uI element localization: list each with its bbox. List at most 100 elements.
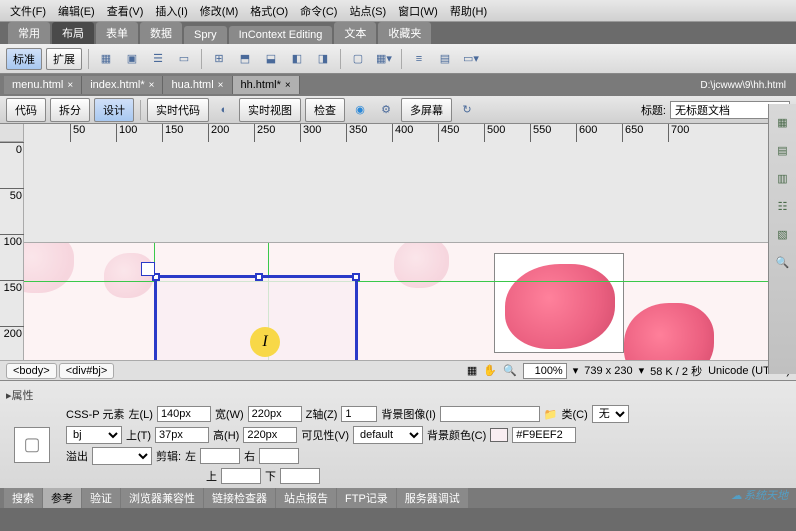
spry-tabbed-icon[interactable]: ▭ [173, 48, 195, 70]
menu-help[interactable]: 帮助(H) [444, 3, 493, 19]
mode-expanded-button[interactable]: 扩展 [46, 48, 82, 70]
insert-col-left-icon[interactable]: ◧ [286, 48, 308, 70]
assets-icon[interactable]: ▥ [773, 168, 793, 188]
view-design-button[interactable]: 设计 [94, 98, 134, 122]
hand-tool-icon[interactable]: ✋ [483, 364, 497, 377]
menu-file[interactable]: 文件(F) [4, 3, 52, 19]
results-tab-serverdebug[interactable]: 服务器调试 [397, 488, 468, 508]
results-tab-browsercompatibility[interactable]: 浏览器兼容性 [121, 488, 203, 508]
zoom-tool-icon[interactable]: 🔍 [503, 364, 517, 377]
menu-insert[interactable]: 插入(I) [149, 3, 193, 19]
spry-accordion-icon[interactable]: ≡ [408, 48, 430, 70]
category-tab-favorites[interactable]: 收藏夹 [378, 22, 431, 44]
view-split-button[interactable]: 拆分 [50, 98, 90, 122]
insert-col-right-icon[interactable]: ◨ [312, 48, 334, 70]
iframe-icon[interactable]: ▢ [347, 48, 369, 70]
spry-collapsible-icon[interactable]: ▤ [434, 48, 456, 70]
browse-folder-icon[interactable]: 📁 [544, 408, 558, 421]
height-input[interactable] [243, 427, 297, 443]
inspect-icon[interactable]: 🔍 [773, 252, 793, 272]
overflow-select[interactable] [92, 447, 152, 465]
category-tab-layout[interactable]: 布局 [52, 22, 94, 44]
menu-site[interactable]: 站点(S) [343, 3, 392, 19]
image-frame[interactable] [494, 253, 624, 353]
design-canvas[interactable]: I [24, 243, 796, 361]
snippets-icon[interactable]: ▧ [773, 224, 793, 244]
category-tab-data[interactable]: 数据 [140, 22, 182, 44]
doc-tab-hua[interactable]: hua.html× [163, 76, 232, 94]
bgcolor-input[interactable] [512, 427, 576, 443]
address-icon[interactable]: ⚙ [375, 99, 397, 121]
insert-row-above-icon[interactable]: ⬒ [234, 48, 256, 70]
page-body[interactable]: I [24, 243, 796, 361]
guide-horizontal[interactable] [24, 281, 796, 282]
doc-tab-index[interactable]: index.html*× [82, 76, 163, 94]
dropdown-icon[interactable]: ▾ [639, 364, 645, 377]
category-tab-forms[interactable]: 表单 [96, 22, 138, 44]
close-icon[interactable]: × [285, 80, 291, 91]
results-tab-linkchecker[interactable]: 链接检查器 [204, 488, 275, 508]
bgimage-input[interactable] [440, 406, 540, 422]
zoom-dropdown-icon[interactable]: ▾ [573, 364, 579, 377]
resize-handle[interactable] [352, 273, 360, 281]
live-code-button[interactable]: 实时代码 [147, 98, 209, 122]
menu-commands[interactable]: 命令(C) [294, 3, 343, 19]
insert-div-icon[interactable]: ▦ [95, 48, 117, 70]
class-select[interactable]: 无 [592, 405, 629, 423]
browser-preview-icon[interactable]: ◉ [349, 99, 371, 121]
menu-format[interactable]: 格式(O) [244, 3, 294, 19]
menu-window[interactable]: 窗口(W) [392, 3, 444, 19]
view-code-button[interactable]: 代码 [6, 98, 46, 122]
results-tab-reference[interactable]: 参考 [43, 488, 81, 508]
resize-handle[interactable] [255, 273, 263, 281]
width-input[interactable] [248, 406, 302, 422]
top-input[interactable] [155, 427, 209, 443]
clip-right-input[interactable] [259, 448, 299, 464]
doc-tab-menu[interactable]: menu.html× [4, 76, 82, 94]
clip-left-input[interactable] [200, 448, 240, 464]
refresh-icon[interactable]: ↻ [456, 99, 478, 121]
results-tab-validate[interactable]: 验证 [82, 488, 120, 508]
ap-elements-icon[interactable]: ▤ [773, 140, 793, 160]
results-tab-sitereports[interactable]: 站点报告 [276, 488, 336, 508]
close-icon[interactable]: × [218, 80, 224, 91]
visibility-select[interactable]: default [353, 426, 423, 444]
css-styles-icon[interactable]: ▦ [773, 112, 793, 132]
category-tab-common[interactable]: 常用 [8, 22, 50, 44]
multiscreen-button[interactable]: 多屏幕 [401, 98, 452, 122]
doc-tab-hh[interactable]: hh.html*× [233, 76, 300, 94]
table-icon[interactable]: ⊞ [208, 48, 230, 70]
menu-modify[interactable]: 修改(M) [194, 3, 245, 19]
ruler-horizontal[interactable]: 50 100 150 200 250 300 350 400 450 500 5… [24, 124, 796, 243]
live-view-button[interactable]: 实时视图 [239, 98, 301, 122]
frames-icon[interactable]: ▦▾ [373, 48, 395, 70]
inspect-button[interactable]: 检查 [305, 98, 345, 122]
ruler-vertical[interactable]: 0 50 100 150 200 [0, 142, 24, 360]
mode-standard-button[interactable]: 标准 [6, 48, 42, 70]
results-tab-ftplog[interactable]: FTP记录 [337, 488, 396, 508]
left-input[interactable] [157, 406, 211, 422]
zindex-input[interactable] [341, 406, 377, 422]
results-tab-search[interactable]: 搜索 [4, 488, 42, 508]
category-tab-text[interactable]: 文本 [334, 22, 376, 44]
anchor-icon[interactable] [141, 262, 155, 276]
files-icon[interactable]: ☷ [773, 196, 793, 216]
clip-top-input[interactable] [221, 468, 261, 484]
category-tab-incontext[interactable]: InContext Editing [229, 26, 333, 44]
category-tab-spry[interactable]: Spry [184, 26, 227, 44]
inspect-icon[interactable]: ◐ [213, 99, 235, 121]
spry-tooltip-icon[interactable]: ▭▾ [460, 48, 482, 70]
window-size[interactable]: 739 x 230 [584, 365, 632, 377]
select-tool-icon[interactable]: ▦ [467, 364, 477, 377]
tag-selector-div[interactable]: <div#bj> [59, 363, 115, 379]
zoom-input[interactable] [523, 363, 567, 379]
insert-row-below-icon[interactable]: ⬓ [260, 48, 282, 70]
id-select[interactable]: bj [66, 426, 122, 444]
clip-bottom-input[interactable] [280, 468, 320, 484]
close-icon[interactable]: × [67, 80, 73, 91]
bgcolor-swatch[interactable] [490, 428, 508, 442]
menu-view[interactable]: 查看(V) [101, 3, 150, 19]
tag-selector-body[interactable]: <body> [6, 363, 57, 379]
insert-apdiv-icon[interactable]: ▣ [121, 48, 143, 70]
close-icon[interactable]: × [149, 80, 155, 91]
